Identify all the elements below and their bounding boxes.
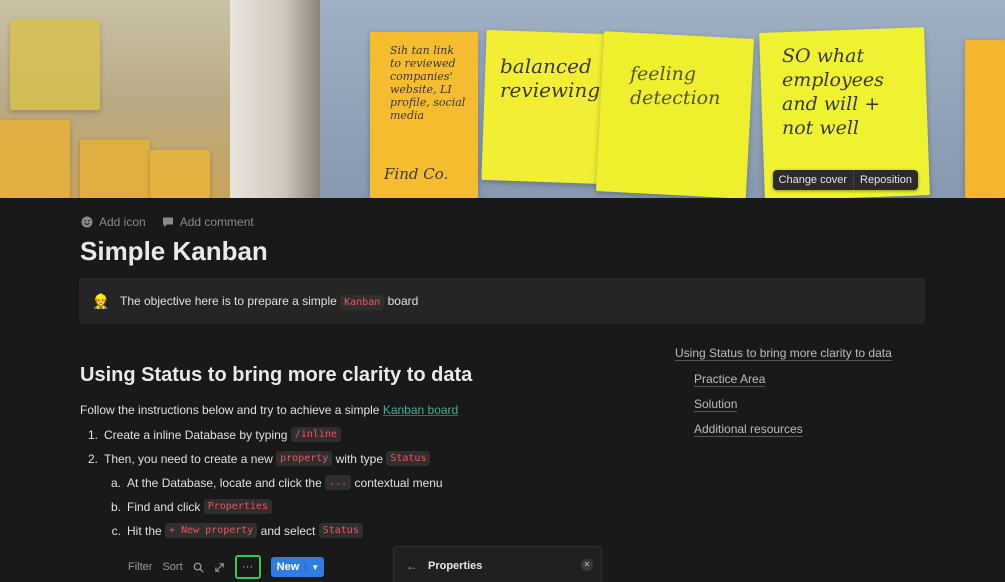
sticky-note-text: Sih tan link to reviewed companies' webs… (390, 44, 466, 122)
new-button-image: New ▼ (270, 557, 325, 577)
sticky-note-blur (10, 20, 100, 110)
inline-code: Properties (203, 499, 272, 514)
list-marker: a. (110, 475, 121, 490)
page: Sih tan link to reviewed companies' webs… (0, 0, 1005, 582)
section-heading[interactable]: Using Status to bring more clarity to da… (80, 364, 472, 387)
callout-text-before: The objective here is to prepare a simpl… (120, 294, 337, 308)
change-cover-button[interactable]: Change cover (773, 170, 854, 190)
toc-item-using-status[interactable]: Using Status to bring more clarity to da… (675, 346, 892, 361)
list-item: 2. Then, you need to create a new proper… (80, 451, 431, 466)
list-marker: 1. (87, 427, 98, 442)
inline-code: Status (386, 451, 431, 466)
inline-code: + New property (165, 523, 258, 538)
callout-block[interactable]: 👷 The objective here is to prepare a sim… (79, 278, 925, 324)
list-marker: c. (111, 523, 121, 538)
inline-code: Status (318, 523, 363, 538)
sticky-note-blur (150, 150, 210, 198)
list-item: a. At the Database, locate and click the… (103, 475, 443, 490)
filter-label: Filter (128, 561, 153, 573)
intro-paragraph: Follow the instructions below and try to… (80, 403, 458, 417)
cover-image: Sih tan link to reviewed companies' webs… (0, 0, 1005, 198)
add-icon-label: Add icon (99, 215, 146, 229)
sticky-note-yellow (595, 31, 755, 198)
list-marker: b. (110, 499, 121, 514)
cover-frame (230, 0, 320, 198)
inline-code: ... (325, 475, 352, 490)
kanban-board-link[interactable]: Kanban board (383, 403, 458, 417)
list-item-text: Then, you need to create a new (104, 451, 273, 466)
inline-code: /inline (290, 427, 341, 442)
callout-emoji-icon[interactable]: 👷 (92, 292, 110, 310)
properties-title: Properties (428, 560, 483, 572)
add-icon-button[interactable]: Add icon (81, 215, 146, 229)
sticky-note-text: SO what employees and will + not well (782, 45, 884, 139)
list-item-text: contextual menu (354, 475, 443, 490)
expand-icon (214, 562, 224, 572)
list-item: b. Find and click Properties (103, 499, 272, 514)
cover-actions: Change cover Reposition (772, 170, 918, 190)
add-comment-button[interactable]: Add comment (162, 215, 254, 229)
list-item: c. Hit the + New property and select Sta… (103, 523, 363, 538)
sticky-note-blur (0, 120, 70, 198)
list-item-text: and select (260, 523, 316, 538)
list-item-text: Hit the (127, 523, 162, 538)
sticky-note-orange (965, 40, 1005, 198)
inline-code: Kanban (340, 295, 385, 310)
comment-icon (162, 217, 173, 227)
sticky-note-text: Find Co. (384, 165, 449, 183)
sticky-note-blur (80, 140, 150, 198)
sticky-note-text: balanced reviewing (500, 54, 601, 102)
sticky-note-text: feeling detection (630, 63, 721, 109)
list-item-text: At the Database, locate and click the (127, 475, 322, 490)
page-title[interactable]: Simple Kanban (80, 236, 268, 267)
callout-text-after: board (387, 294, 419, 308)
reposition-button[interactable]: Reposition (853, 170, 918, 190)
inline-code: property (276, 451, 333, 466)
new-button-label: New (276, 561, 300, 573)
intro-text: Follow the instructions below and try to… (80, 403, 380, 417)
embedded-screenshot-toolbar: Filter Sort ··· New ▼ (128, 555, 325, 579)
list-item-text: Find and click (127, 499, 201, 514)
page-actions: Add icon Add comment (81, 215, 254, 229)
list-item-text: with type (335, 451, 383, 466)
smiley-icon (81, 216, 93, 228)
toc-item-solution[interactable]: Solution (694, 397, 738, 412)
list-item-text: Create a inline Database by typing (104, 427, 288, 442)
toc-item-practice-area[interactable]: Practice Area (694, 372, 766, 387)
list-marker: 2. (87, 451, 98, 466)
search-icon (193, 562, 204, 573)
add-comment-label: Add comment (179, 215, 254, 229)
list-item: 1. Create a inline Database by typing /i… (80, 427, 341, 442)
close-icon: ✕ (581, 559, 593, 571)
toc-item-additional-resources[interactable]: Additional resources (694, 422, 803, 437)
more-options-icon: ··· (234, 555, 261, 579)
properties-panel-image: ← Properties ✕ (393, 546, 602, 582)
back-arrow-icon: ← (406, 559, 418, 573)
sort-label: Sort (162, 561, 183, 573)
callout-text: The objective here is to prepare a simpl… (120, 294, 419, 310)
chevron-down-icon: ▼ (305, 562, 324, 572)
